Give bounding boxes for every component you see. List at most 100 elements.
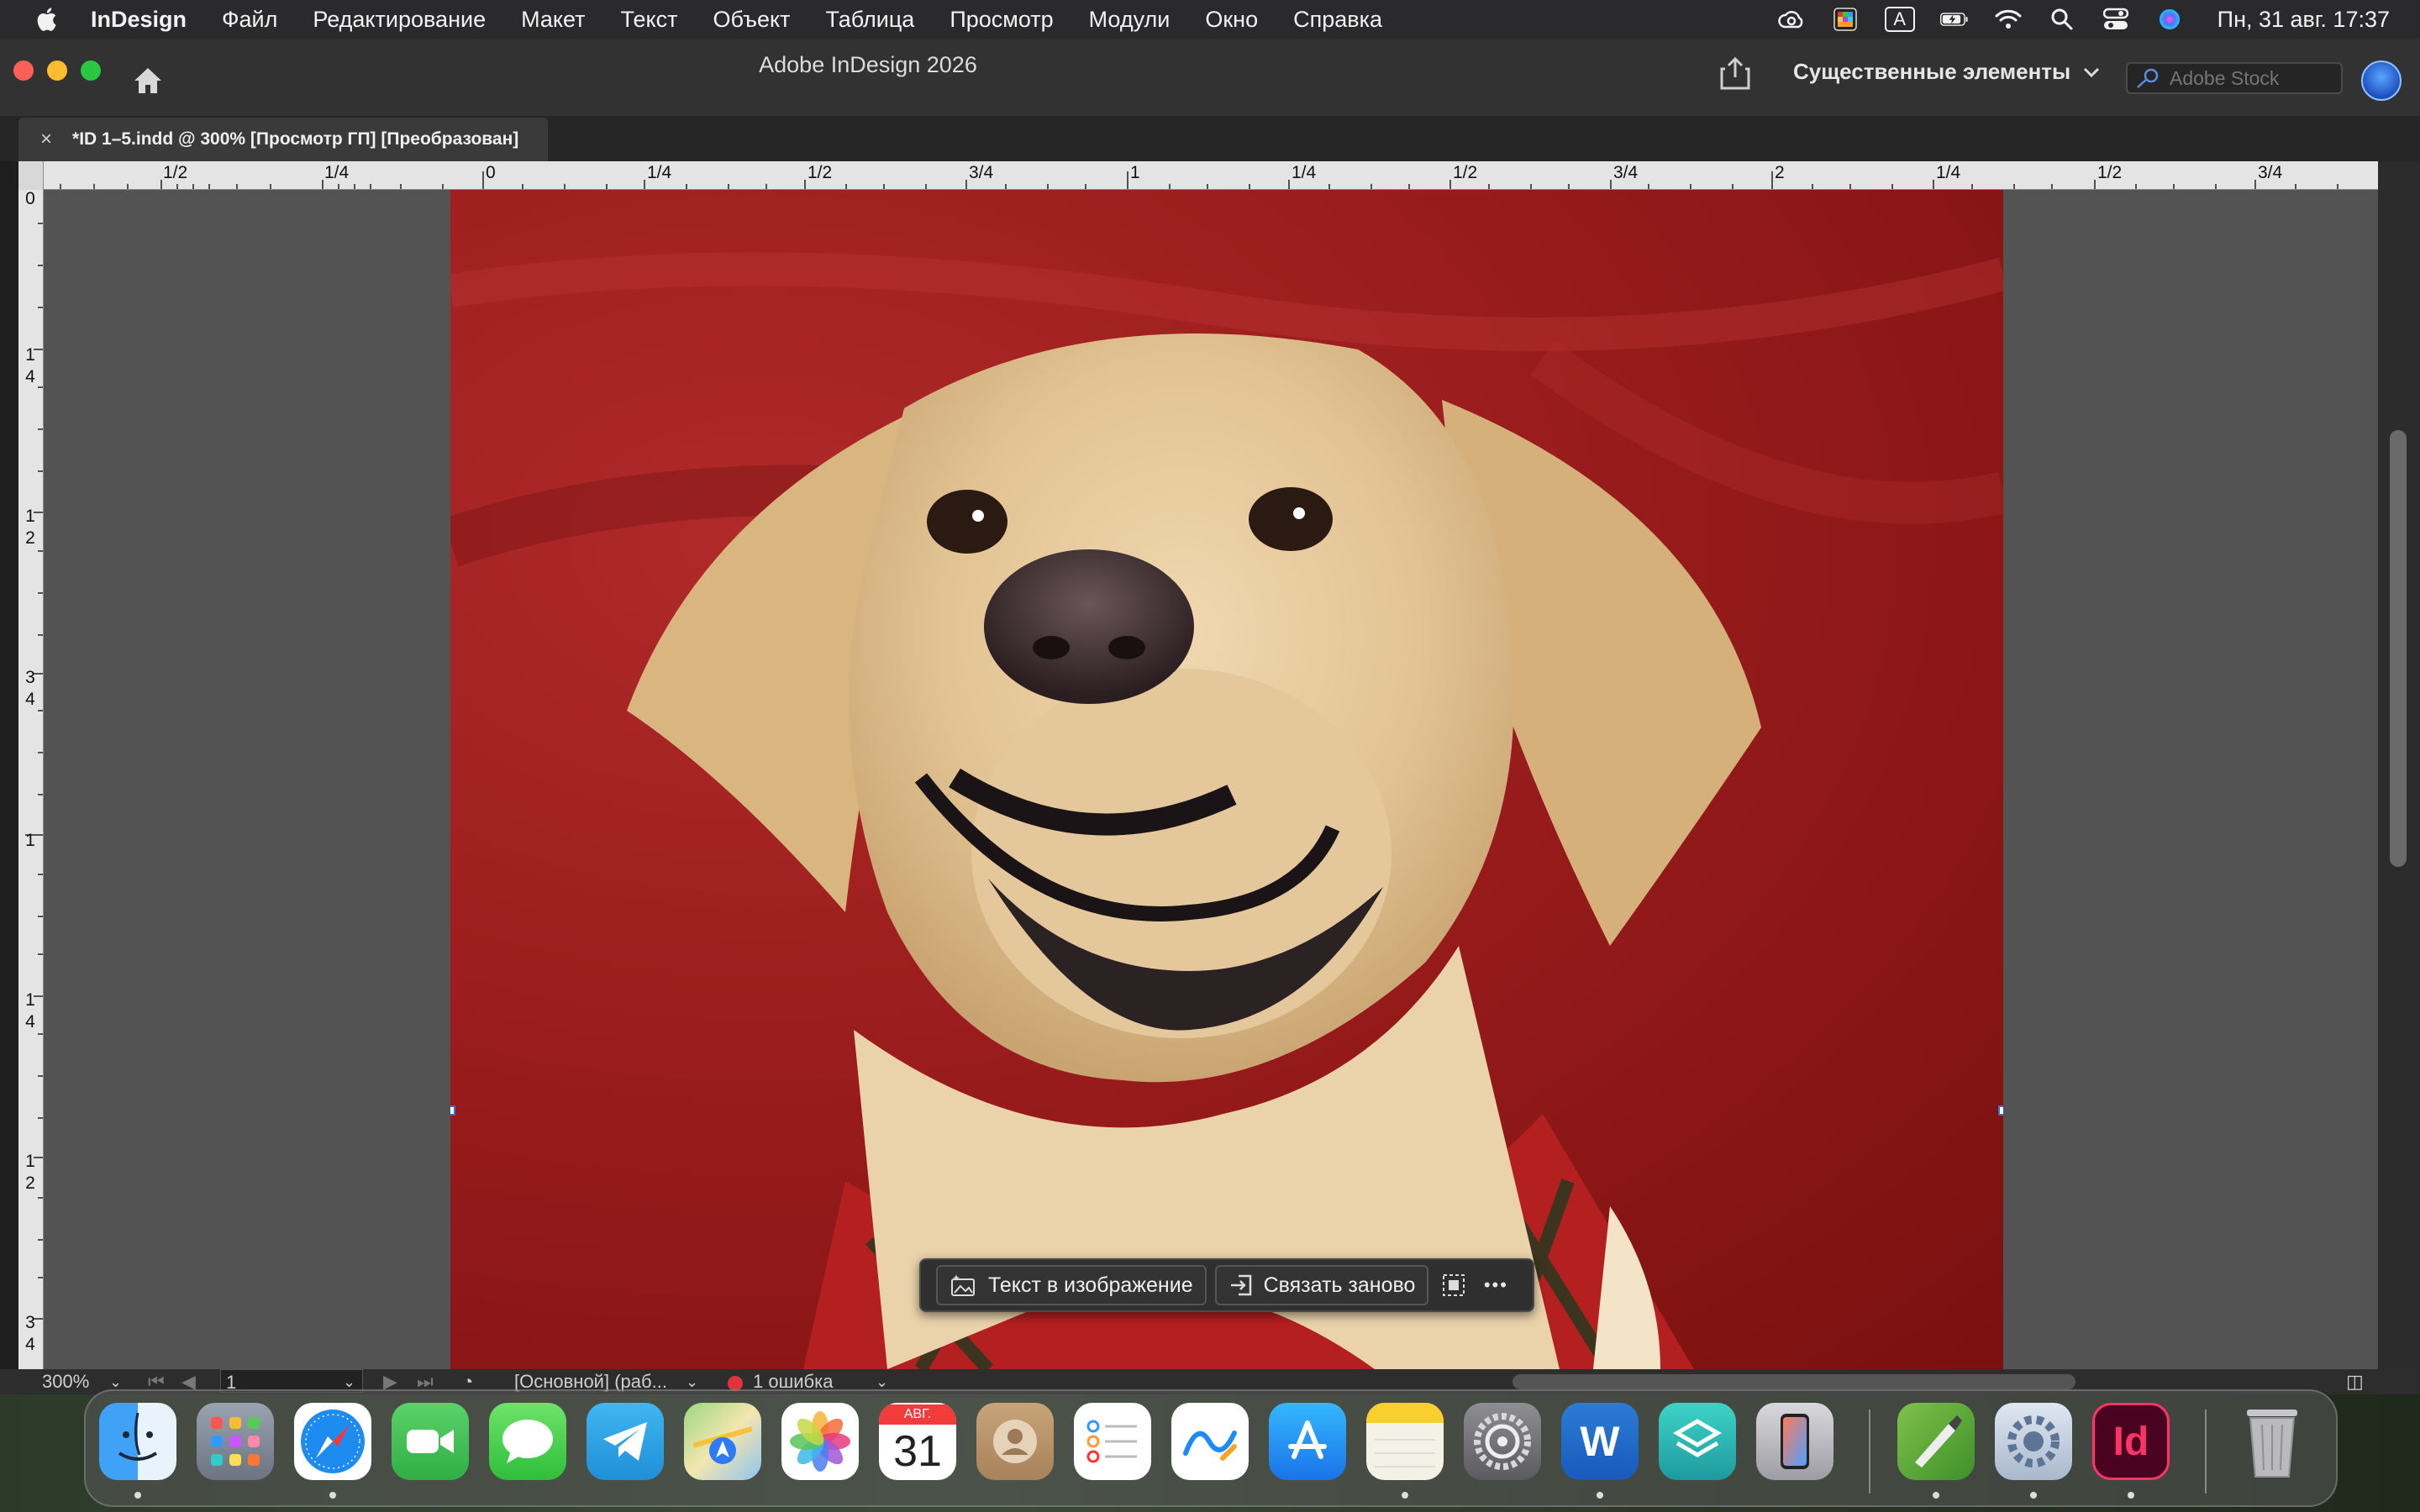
finder-icon[interactable]	[99, 1403, 176, 1480]
ruler-label: 3/4	[969, 163, 994, 182]
adobe-stock-search[interactable]	[2126, 62, 2343, 94]
menu-object[interactable]: Объект	[713, 7, 791, 33]
wifi-icon[interactable]	[1994, 7, 2023, 32]
vertical-scrollbar[interactable]	[2378, 161, 2420, 1369]
app-store-icon[interactable]	[1269, 1403, 1346, 1480]
ruler-origin[interactable]	[18, 161, 44, 190]
color-app-icon[interactable]	[1831, 7, 1860, 32]
ruler-ticks	[60, 171, 2338, 189]
reminders-icon[interactable]	[1074, 1403, 1151, 1480]
relink-button[interactable]: Связать заново	[1214, 1265, 1429, 1305]
workspace-label: Существенные элементы	[1793, 59, 2071, 84]
running-indicator	[1597, 1492, 1603, 1499]
window-title-bar: Adobe InDesign 2026 Существенные элемент…	[0, 39, 2420, 116]
vertical-ruler[interactable]: 0 1 4 1 2 3 4 1 1 4 1 2 3 4	[18, 190, 44, 1369]
running-indicator	[134, 1492, 141, 1499]
zoom-level[interactable]: 300%	[42, 1369, 89, 1394]
settings-gear-icon[interactable]	[1995, 1403, 2072, 1480]
messages-icon[interactable]	[489, 1403, 566, 1480]
more-options-icon[interactable]: •••	[1479, 1268, 1512, 1302]
launchpad-icon[interactable]	[197, 1403, 274, 1480]
calendar-day: 31	[893, 1427, 942, 1476]
menu-type[interactable]: Текст	[621, 7, 678, 33]
menu-plugins[interactable]: Модули	[1089, 7, 1171, 33]
horizontal-ruler[interactable]: 1/2 1/4 0 1/4 1/2 3/4 1 1/4 1/2 3/4 2 1/…	[18, 161, 2378, 190]
ruler-label: 1/4	[1936, 163, 1961, 182]
scrollbar-thumb[interactable]	[2390, 430, 2407, 867]
battery-icon[interactable]	[1939, 7, 1969, 32]
indesign-icon-label: Id	[2112, 1419, 2149, 1464]
safari-icon[interactable]	[294, 1403, 371, 1480]
pasteboard[interactable]	[44, 190, 2378, 1369]
siri-icon[interactable]	[2155, 7, 2184, 32]
frame-handle-right[interactable]	[1998, 1105, 2003, 1116]
ruler-label: 3/4	[1613, 163, 1639, 182]
creative-cloud-icon[interactable]	[1777, 7, 1806, 32]
ruler-label: 1 4	[25, 990, 35, 1032]
spotlight-search-icon[interactable]	[2048, 7, 2076, 32]
ruler-label: 3 4	[25, 1313, 35, 1354]
ruler-label: 2	[1775, 163, 1785, 182]
sparkle-image-icon	[951, 1274, 975, 1296]
photos-icon[interactable]	[781, 1403, 859, 1480]
menu-edit[interactable]: Редактирование	[313, 7, 486, 33]
menu-file[interactable]: Файл	[222, 7, 277, 33]
relink-icon	[1230, 1274, 1251, 1296]
document-tab-bar: × *ID 1–5.indd @ 300% [Просмотр ГП] [Пре…	[0, 116, 2420, 161]
menu-table[interactable]: Таблица	[825, 7, 914, 33]
document-tab[interactable]: × *ID 1–5.indd @ 300% [Просмотр ГП] [Пре…	[18, 118, 548, 161]
ruler-label: 3/4	[2258, 163, 2283, 182]
menu-window[interactable]: Окно	[1205, 7, 1258, 33]
apple-logo-icon[interactable]	[34, 5, 62, 34]
menu-view[interactable]: Просмотр	[950, 7, 1053, 33]
trash-icon[interactable]	[2233, 1403, 2311, 1480]
share-icon[interactable]	[1719, 55, 1751, 91]
ruler-label: 3 4	[25, 668, 35, 709]
user-avatar[interactable]	[2361, 60, 2402, 101]
ruler-label: 1/2	[1453, 163, 1478, 182]
ruler-label: 1	[1130, 163, 1140, 182]
workspace-switcher[interactable]: Существенные элементы	[1793, 59, 2101, 85]
ruler-label: 1/2	[163, 163, 188, 182]
menu-bar: InDesign Файл Редактирование Макет Текст…	[0, 0, 2420, 39]
window-title: Adobe InDesign 2026	[759, 52, 977, 77]
maps-icon[interactable]	[684, 1403, 761, 1480]
word-icon[interactable]: W	[1561, 1403, 1639, 1480]
control-center-icon[interactable]	[2102, 7, 2130, 32]
horizontal-scrollbar[interactable]	[1512, 1374, 2075, 1389]
split-window-icon[interactable]: ◫	[2346, 1369, 2364, 1394]
close-tab-icon[interactable]: ×	[40, 128, 52, 151]
menu-help[interactable]: Справка	[1293, 7, 1382, 33]
menu-clock[interactable]: Пн, 31 авг. 17:37	[2217, 7, 2390, 33]
dock-separator	[1869, 1410, 1870, 1494]
facetime-icon[interactable]	[392, 1403, 469, 1480]
word-icon-label: W	[1580, 1418, 1620, 1465]
fit-frame-icon[interactable]	[1437, 1268, 1470, 1302]
input-source-icon[interactable]: A	[1884, 7, 1915, 32]
ruler-label: 0	[486, 163, 496, 182]
freeform-icon[interactable]	[1171, 1403, 1249, 1480]
system-settings-icon[interactable]	[1464, 1403, 1541, 1480]
shortcuts-icon[interactable]	[1659, 1403, 1736, 1480]
notes-icon[interactable]	[1366, 1403, 1444, 1480]
ruler-label: 1 4	[25, 345, 35, 386]
indesign-icon[interactable]: Id	[2092, 1403, 2170, 1480]
dog-photo	[450, 252, 2003, 1369]
document-tab-label: *ID 1–5.indd @ 300% [Просмотр ГП] [Преоб…	[72, 129, 519, 149]
app-menu[interactable]: InDesign	[91, 7, 187, 33]
menu-layout[interactable]: Макет	[521, 7, 585, 33]
calendar-icon[interactable]: АВГ. 31	[879, 1403, 956, 1480]
text-to-image-button[interactable]: Текст в изображение	[936, 1265, 1207, 1305]
stock-search-input[interactable]	[2170, 66, 2338, 90]
placed-image-frame[interactable]	[450, 190, 2003, 1369]
ruler-label: 1 2	[25, 1152, 35, 1193]
iphone-mirroring-icon[interactable]	[1756, 1403, 1833, 1480]
ruler-label: 1 2	[25, 507, 35, 548]
ruler-label: 1/4	[647, 163, 672, 182]
ruler-label: 1/2	[808, 163, 833, 182]
frame-handle-left[interactable]	[450, 1105, 455, 1116]
ruler-label: 0	[25, 190, 35, 208]
pen-app-icon[interactable]	[1897, 1403, 1975, 1480]
contacts-icon[interactable]	[976, 1403, 1054, 1480]
telegram-icon[interactable]	[587, 1403, 664, 1480]
